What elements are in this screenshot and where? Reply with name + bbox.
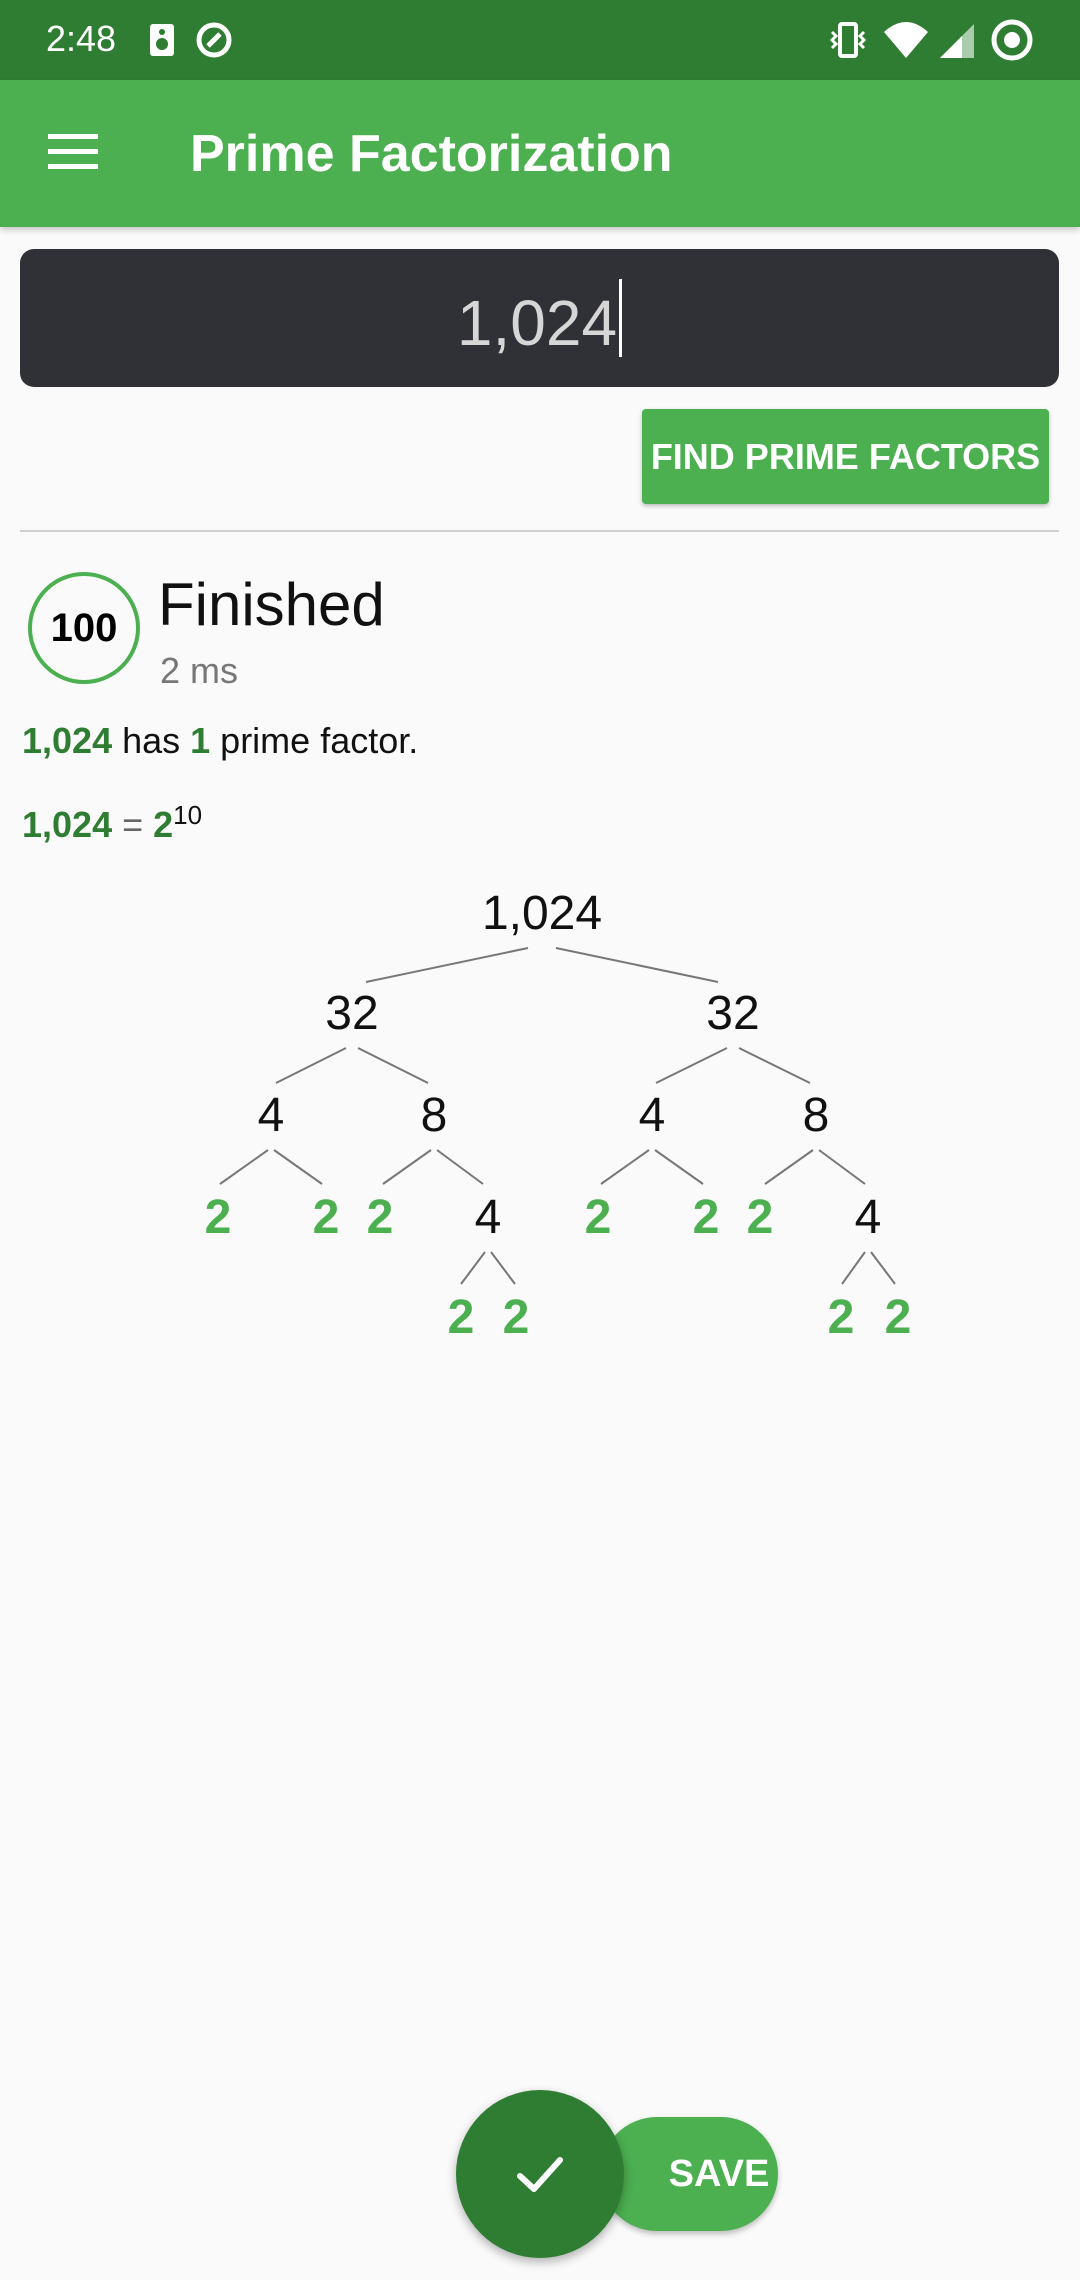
find-prime-factors-button[interactable]: FIND PRIME FACTORS: [642, 409, 1049, 504]
number-input-value: 1,024: [456, 287, 618, 359]
wifi-icon: [884, 22, 928, 58]
tree-node-prime: 2: [884, 1291, 912, 1344]
factor-summary: 1,024 has 1 prime factor.: [22, 720, 418, 762]
tree-node-prime: 2: [312, 1191, 340, 1244]
fab-check-button[interactable]: [456, 2090, 624, 2258]
number-input-value-wrap: 1,024: [20, 279, 1059, 360]
status-duration: 2 ms: [160, 650, 239, 691]
status-title: Finished: [158, 571, 385, 638]
tree-node: 8: [420, 1089, 448, 1142]
save-button[interactable]: SAVE: [600, 2117, 778, 2231]
hamburger-menu-icon[interactable]: [48, 132, 98, 172]
tree-node: 32: [325, 987, 379, 1040]
divider: [20, 530, 1059, 532]
factor-equation: 1,024 = 210: [22, 800, 202, 846]
app-bar: Prime Factorization: [0, 80, 1080, 227]
factor-tree: 1,024 32 32 4 8 4 8 2 2 2 4 2 2 2 4 2 2 …: [0, 870, 1080, 1370]
page-title: Prime Factorization: [190, 125, 673, 183]
equation-exponent: 10: [173, 800, 203, 830]
tree-node-prime: 2: [204, 1191, 232, 1244]
signal-icon: [940, 24, 974, 58]
factor-tree-lines: [219, 947, 896, 1285]
vibrate-icon: [829, 22, 867, 58]
tree-node-prime: 2: [827, 1291, 855, 1344]
text-caret: [619, 279, 623, 357]
tree-node-prime: 2: [366, 1191, 394, 1244]
tree-node-prime: 2: [447, 1291, 475, 1344]
tree-node-prime: 2: [584, 1191, 612, 1244]
at-sign-icon: [196, 22, 232, 58]
equation-sign: =: [112, 804, 154, 845]
summary-text-1: has: [112, 720, 191, 761]
tree-node: 32: [706, 987, 760, 1040]
equation-number: 1,024: [22, 804, 113, 845]
summary-count: 1: [190, 720, 211, 761]
tree-node: 4: [638, 1089, 666, 1142]
tree-node-prime: 2: [746, 1191, 774, 1244]
tree-node: 4: [257, 1089, 285, 1142]
tree-node-prime: 2: [692, 1191, 720, 1244]
tree-node: 4: [854, 1191, 882, 1244]
tree-node: 8: [802, 1089, 830, 1142]
summary-text-2: prime factor.: [210, 720, 419, 761]
status-time: 2:48: [46, 18, 117, 59]
tree-node-prime: 2: [502, 1291, 530, 1344]
check-icon: [517, 2157, 563, 2192]
number-input[interactable]: 1,024: [20, 249, 1059, 387]
tree-node: 4: [474, 1191, 502, 1244]
progress-indicator: 100: [28, 572, 140, 684]
tree-node-root: 1,024: [481, 887, 603, 940]
equation-base: 2: [153, 804, 174, 845]
status-bar: 2:48: [0, 0, 1080, 80]
speaker-icon: [150, 24, 174, 56]
record-icon: [991, 19, 1033, 61]
summary-number: 1,024: [22, 720, 113, 761]
